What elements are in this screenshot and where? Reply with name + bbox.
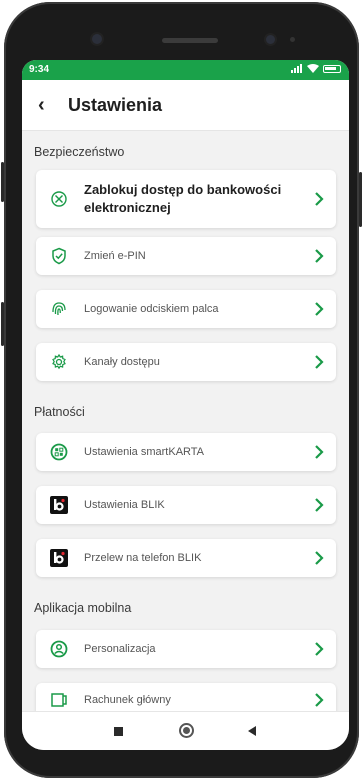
- settings-item-label: Ustawienia BLIK: [84, 499, 165, 511]
- page-title: Ustawienia: [68, 95, 163, 115]
- sensor-icon: [266, 35, 275, 44]
- chevron-right-icon: [315, 642, 324, 656]
- settings-item-label: Kanały dostępu: [84, 356, 160, 368]
- status-time: 9:34: [29, 64, 50, 75]
- side-button: [359, 172, 362, 227]
- section-label-mobile-app: Aplikacja mobilna: [34, 601, 132, 615]
- chevron-right-icon: [315, 498, 324, 512]
- chevron-right-icon: [315, 445, 324, 459]
- settings-item-block-access[interactable]: Zablokuj dostęp do bankowości elektronic…: [36, 170, 336, 228]
- chevron-right-icon: [315, 355, 324, 369]
- chevron-right-icon: [315, 249, 324, 263]
- chevron-right-icon: [315, 302, 324, 316]
- blik-icon: [50, 496, 68, 514]
- settings-item-label: Personalizacja: [84, 643, 156, 655]
- wifi-icon: [307, 64, 319, 73]
- settings-item-fingerprint-login[interactable]: Logowanie odciskiem palca: [36, 290, 336, 328]
- settings-item-label: Rachunek główny: [84, 694, 171, 706]
- fingerprint-icon: [52, 302, 66, 316]
- settings-item-label: Ustawienia smartKARTA: [84, 446, 205, 458]
- status-icons: [291, 64, 341, 73]
- settings-item-change-epin[interactable]: Zmień e-PIN: [36, 237, 336, 275]
- user-circle-icon: [50, 640, 68, 658]
- settings-item-label: Logowanie odciskiem palca: [84, 303, 219, 315]
- light-sensor-icon: [290, 37, 295, 42]
- gear-icon: [52, 353, 66, 370]
- chevron-right-icon: [315, 192, 324, 206]
- smartkarta-icon: [50, 443, 68, 461]
- settings-item-blik-phone-transfer[interactable]: Przelew na telefon BLIK: [36, 539, 336, 577]
- settings-item-smartkarta[interactable]: Ustawienia smartKARTA: [36, 433, 336, 471]
- settings-item-personalization[interactable]: Personalizacja: [36, 630, 336, 668]
- speaker-grille: [162, 38, 218, 43]
- battery-icon: [323, 64, 341, 73]
- home-icon[interactable]: [179, 723, 194, 738]
- recent-apps-icon[interactable]: [114, 727, 123, 736]
- account-icon: [51, 693, 67, 707]
- app-screen: 9:34 ‹ Ustawienia Bezpieczeństwo Zabloku…: [22, 60, 349, 750]
- front-camera-icon: [92, 34, 102, 44]
- chevron-right-icon: [315, 551, 324, 565]
- phone-frame: 9:34 ‹ Ustawienia Bezpieczeństwo Zabloku…: [1, 2, 362, 778]
- settings-item-blik[interactable]: Ustawienia BLIK: [36, 486, 336, 524]
- section-label-security: Bezpieczeństwo: [34, 145, 125, 159]
- volume-button: [1, 302, 4, 346]
- settings-item-label: Zablokuj dostęp do bankowości elektronic…: [84, 182, 282, 215]
- settings-item-label: Przelew na telefon BLIK: [84, 552, 202, 564]
- chevron-right-icon: [315, 693, 324, 707]
- system-nav-bar: [22, 711, 349, 750]
- back-arrow-icon[interactable]: ‹: [38, 94, 45, 117]
- block-icon: [51, 191, 67, 207]
- back-triangle-icon[interactable]: [248, 726, 256, 736]
- settings-item-label: Zmień e-PIN: [84, 250, 146, 262]
- top-bezel: [4, 2, 359, 62]
- status-bar: 9:34: [22, 60, 349, 80]
- blik-icon: [50, 549, 68, 567]
- settings-item-access-channels[interactable]: Kanały dostępu: [36, 343, 336, 381]
- signal-icon: [291, 64, 302, 73]
- shield-check-icon: [52, 247, 66, 265]
- power-button: [1, 162, 4, 202]
- section-label-payments: Płatności: [34, 405, 85, 419]
- app-header: ‹ Ustawienia: [22, 80, 349, 131]
